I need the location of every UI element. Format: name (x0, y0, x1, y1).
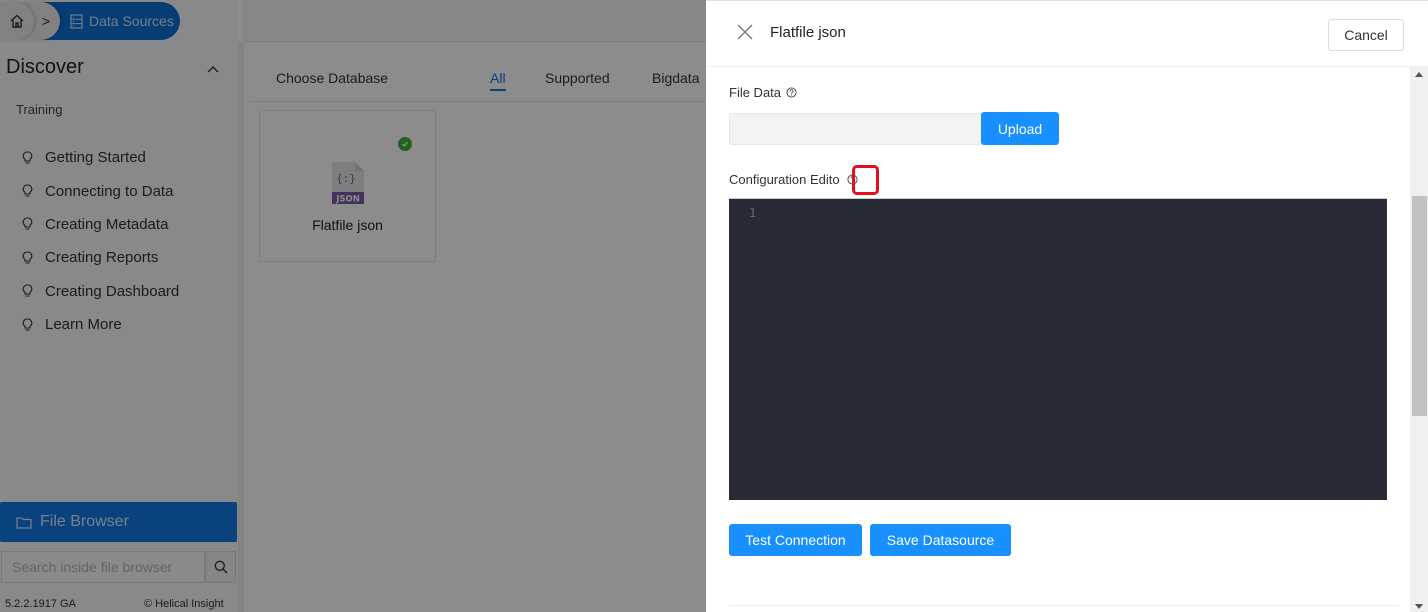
tab-bigdata[interactable]: Bigdata (652, 70, 699, 86)
help-icon[interactable] (786, 87, 797, 98)
home-icon (10, 14, 24, 28)
lightbulb-icon (22, 184, 33, 197)
lightbulb-icon (22, 151, 33, 164)
configuration-code-editor[interactable]: 1 (729, 198, 1387, 500)
discover-heading: Discover (6, 56, 84, 78)
tab-supported[interactable]: Supported (545, 70, 610, 86)
upload-button[interactable]: Upload (981, 112, 1059, 145)
panel-scrollbar[interactable] (1410, 67, 1428, 612)
file-data-input[interactable] (729, 113, 982, 145)
configuration-editor-label: Configuration Edito (729, 172, 858, 187)
file-data-label: File Data (729, 85, 797, 100)
svg-text:JSON: JSON (335, 195, 360, 205)
check-circle-icon (398, 137, 412, 151)
nav-item-connecting-to-data[interactable]: Connecting to Data (22, 174, 179, 207)
scroll-up-arrow-icon[interactable] (1415, 72, 1423, 77)
file-browser-button[interactable]: File Browser (0, 502, 237, 542)
line-number: 1 (749, 206, 757, 220)
nav-item-creating-metadata[interactable]: Creating Metadata (22, 208, 179, 241)
save-datasource-button[interactable]: Save Datasource (870, 524, 1011, 556)
scroll-down-arrow-icon[interactable] (1415, 604, 1423, 609)
scroll-thumb[interactable] (1412, 196, 1427, 416)
file-browser-search-input[interactable] (1, 551, 205, 583)
close-icon[interactable] (736, 23, 754, 41)
top-bar (243, 0, 723, 42)
folder-icon (16, 516, 32, 529)
nav-item-creating-reports[interactable]: Creating Reports (22, 241, 179, 274)
lightbulb-icon (22, 318, 33, 331)
lightbulb-icon (22, 284, 33, 297)
nav-item-creating-dashboard[interactable]: Creating Dashboard (22, 275, 179, 308)
panel-title: Flatfile json (770, 24, 846, 41)
breadcrumb-data-sources[interactable]: Data Sources (40, 2, 180, 40)
training-nav: Getting Started Connecting to Data Creat… (22, 141, 179, 341)
highlight-box (852, 165, 879, 195)
divider (729, 605, 1399, 606)
panel-header: Flatfile json Cancel (706, 1, 1428, 67)
tab-all[interactable]: All (490, 70, 506, 91)
chevron-up-icon[interactable] (207, 60, 219, 76)
cancel-button[interactable]: Cancel (1328, 19, 1404, 51)
card-label: Flatfile json (312, 217, 383, 233)
nav-item-learn-more[interactable]: Learn More (22, 308, 179, 341)
search-icon (214, 560, 227, 574)
training-label: Training (16, 102, 63, 117)
nav-item-getting-started[interactable]: Getting Started (22, 141, 179, 174)
svg-text:{:}: {:} (336, 172, 356, 185)
breadcrumb: > Data Sources (0, 0, 238, 42)
main-content: Choose Database All Supported Bigdata {:… (238, 42, 720, 612)
file-browser-search-button[interactable] (205, 551, 236, 583)
json-file-icon: {:} JSON (332, 162, 364, 204)
lightbulb-icon (22, 217, 33, 231)
version-label: 5.2.2.1917 GA (5, 598, 76, 610)
database-card-flatfile-json[interactable]: {:} JSON Flatfile json (259, 110, 436, 262)
test-connection-button[interactable]: Test Connection (729, 524, 862, 556)
choose-database-label: Choose Database (276, 70, 389, 86)
copyright-label: © Helical Insight (144, 598, 224, 610)
database-icon (70, 13, 83, 29)
database-header: Choose Database All Supported Bigdata (250, 46, 720, 102)
datasource-panel: Flatfile json Cancel File Data Upload Co… (706, 0, 1428, 612)
lightbulb-icon (22, 251, 33, 264)
sidebar: > Data Sources Discover Training Getting… (0, 0, 238, 612)
